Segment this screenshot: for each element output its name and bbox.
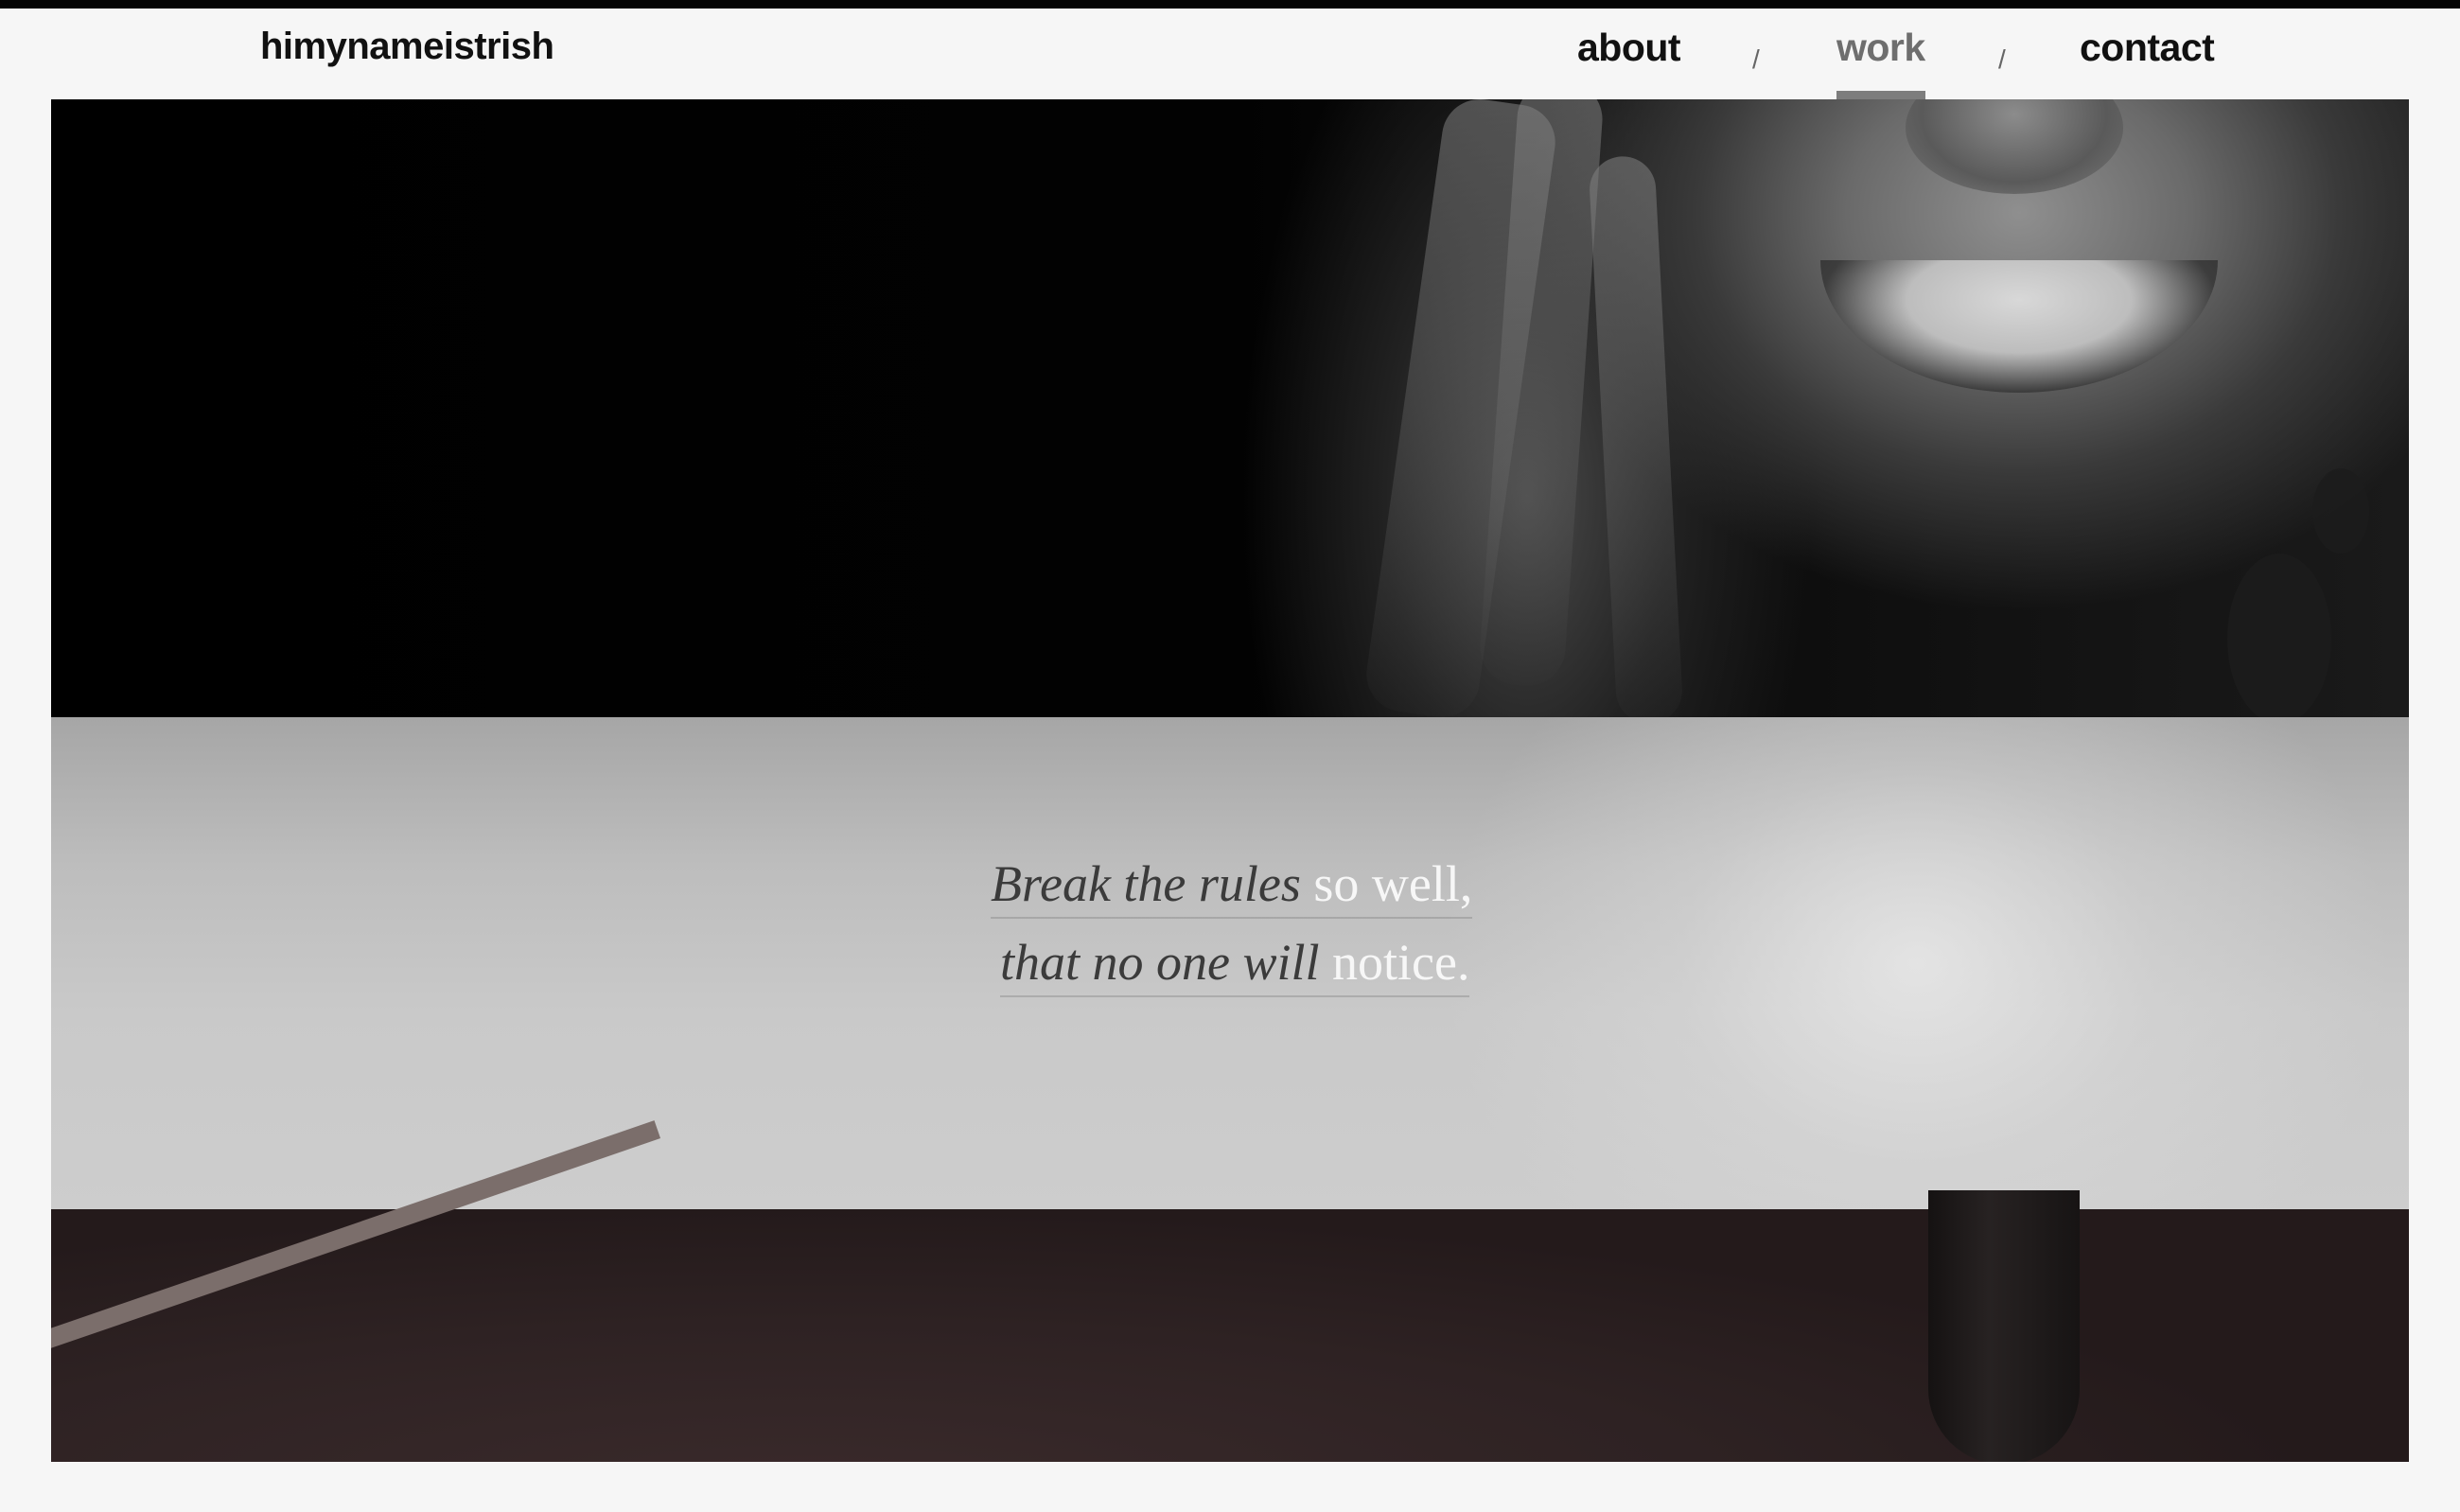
active-tab-indicator: [1836, 91, 1925, 99]
nav-separator: /: [1752, 44, 1760, 74]
nav-about-link[interactable]: about: [1577, 26, 1681, 99]
quote-line-2: that no one will notice.: [1000, 933, 1470, 997]
scarf-pattern: [2227, 554, 2331, 724]
hero-portrait-image: [51, 99, 2409, 726]
quote-line-1: Break the rules so well,: [991, 854, 1473, 919]
hero-quote: Break the rules so well, that no one wil…: [51, 717, 2409, 1209]
nav-contact-link[interactable]: contact: [2080, 26, 2215, 99]
quote-line-2-emphasis: that no one will: [1000, 934, 1320, 991]
nav-work-label: work: [1836, 26, 1925, 69]
quote-line-2-rest: notice.: [1332, 934, 1470, 991]
quote-overlay-band: Break the rules so well, that no one wil…: [51, 717, 2409, 1209]
nav-separator: /: [1998, 44, 2006, 74]
portrait-nose: [1906, 99, 2123, 194]
quote-line-1-emphasis: Break the rules: [991, 855, 1301, 912]
hero-section: Break the rules so well, that no one wil…: [51, 99, 2409, 1462]
portrait-smile: [1820, 260, 2218, 393]
scarf-pattern: [2312, 468, 2369, 554]
site-header: himynameistrish about / work / contact: [0, 9, 2460, 99]
hair-detail: [1588, 154, 1684, 726]
bike-wheel: [1928, 1190, 2080, 1462]
top-border-bar: [0, 0, 2460, 9]
nav-work-link[interactable]: work: [1836, 26, 1925, 99]
main-nav: about / work / contact: [0, 26, 2460, 99]
road-image: [51, 1120, 2409, 1462]
quote-line-1-rest: so well,: [1313, 855, 1473, 912]
